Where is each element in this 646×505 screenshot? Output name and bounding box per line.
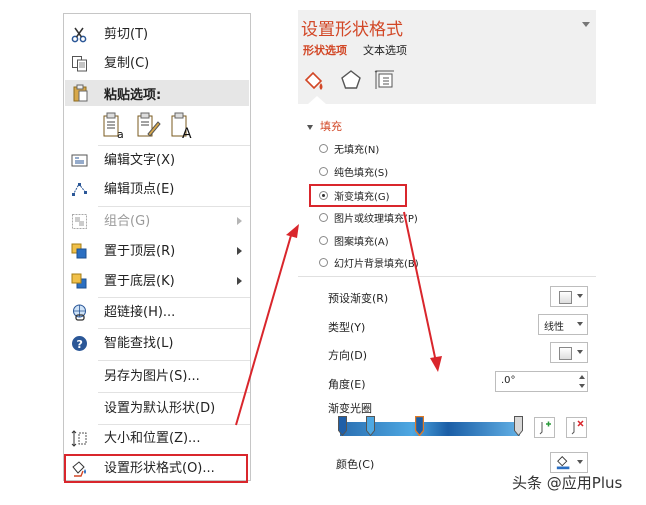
- annotation-arrow-up: [235, 231, 293, 426]
- watermark-text: 头条 @应用Plus: [512, 474, 623, 492]
- annotation-arrows: [235, 211, 442, 426]
- annotation-arrowhead: [430, 356, 442, 372]
- annotation-arrow-down: [403, 211, 437, 363]
- annotation-arrowhead: [286, 224, 299, 238]
